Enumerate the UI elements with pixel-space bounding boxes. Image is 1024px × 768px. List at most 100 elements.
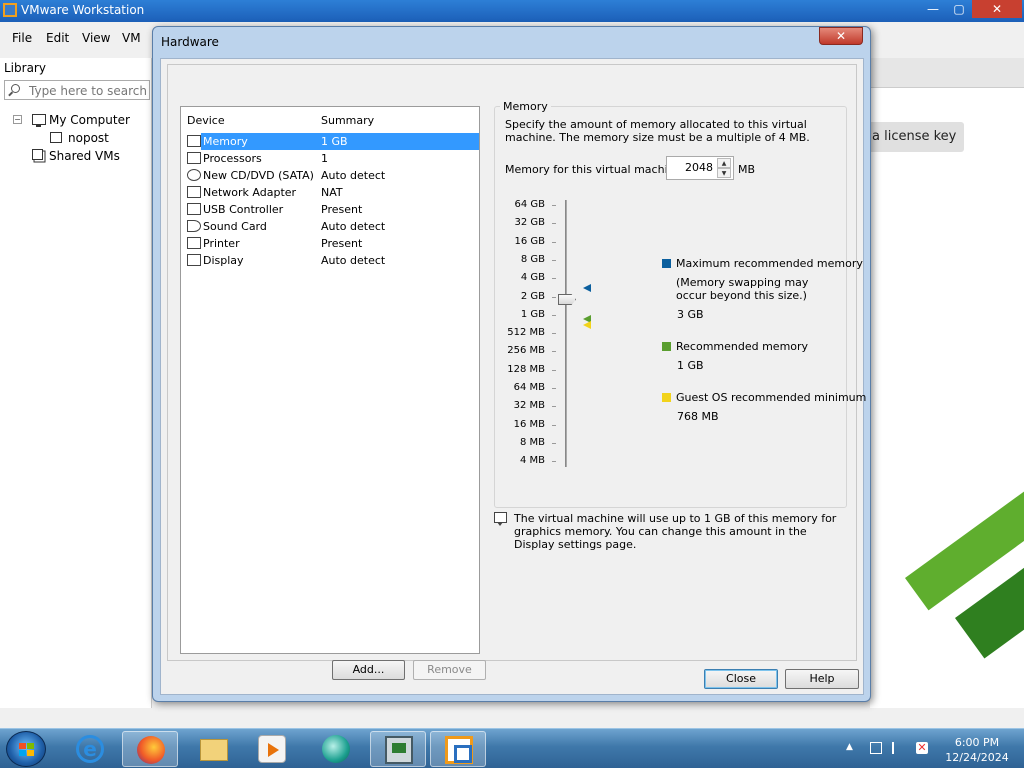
dialog-close-icon[interactable]: ✕ (819, 27, 863, 45)
device-row-processors[interactable]: Processors 1 (181, 150, 479, 167)
memory-slider-track[interactable] (565, 200, 567, 467)
network-icon[interactable] (870, 742, 882, 754)
media-player-icon (258, 735, 286, 763)
cd-dvd-icon (187, 169, 201, 181)
scale-label: 128 MB (507, 363, 545, 375)
app-titlebar[interactable]: VMware Workstation — ▢ ✕ (0, 0, 1024, 22)
device-name: Network Adapter (203, 186, 297, 199)
clock-date: 12/24/2024 (945, 751, 1009, 764)
tree-item-nopost[interactable]: nopost (68, 131, 109, 145)
scale-label: 1 GB (520, 308, 545, 320)
usb-icon (187, 203, 201, 215)
minimize-button[interactable]: — (920, 0, 946, 18)
device-row-display[interactable]: Display Auto detect (181, 252, 479, 269)
taskbar-app-teal[interactable] (308, 731, 364, 767)
device-name: Display (203, 254, 244, 267)
scale-tick (552, 442, 556, 444)
library-search-input[interactable]: Type here to search (4, 80, 150, 100)
scale-tick (552, 369, 556, 371)
volume-muted-icon[interactable]: ✕ (916, 742, 928, 754)
max-legend-swatch (662, 259, 671, 268)
menu-view[interactable]: View (82, 31, 110, 45)
menu-file[interactable]: File (12, 31, 32, 45)
scale-tick (552, 278, 556, 280)
decrement-icon[interactable]: ▼ (717, 168, 731, 178)
scale-label: 8 MB (519, 436, 545, 448)
clock-time: 6:00 PM (954, 736, 1000, 749)
tree-item-my-computer[interactable]: My Computer (49, 113, 130, 127)
add-button[interactable]: Add... (332, 660, 405, 680)
scale-tick (552, 259, 556, 261)
device-summary: Present (321, 237, 363, 250)
device-summary: Auto detect (321, 220, 386, 233)
memory-description: Specify the amount of memory allocated t… (505, 118, 810, 144)
device-row-cd-dvd[interactable]: New CD/DVD (SATA) Auto detect (181, 167, 479, 184)
taskbar-file-explorer[interactable] (186, 731, 242, 767)
device-row-printer[interactable]: Printer Present (181, 235, 479, 252)
vmware-icon (445, 736, 473, 764)
computer-icon (32, 114, 46, 127)
home-tab-area: a license key (860, 58, 1024, 708)
taskbar-vmware[interactable] (430, 731, 486, 767)
scale-tick (552, 314, 556, 316)
scale-tick (552, 388, 556, 389)
menu-vm[interactable]: VM (122, 31, 141, 45)
media-center-icon (322, 735, 350, 763)
scale-label: 16 GB (514, 235, 545, 247)
clock[interactable]: 6:00 PM 12/24/2024 (940, 735, 1014, 765)
max-recommended-marker (583, 284, 591, 292)
vmware-logo-icon (3, 3, 17, 17)
maximize-button[interactable]: ▢ (946, 0, 972, 18)
device-summary: NAT (321, 186, 343, 199)
max-legend-value: 3 GB (677, 308, 704, 321)
menu-edit[interactable]: Edit (46, 31, 69, 45)
tree-item-shared-vms[interactable]: Shared VMs (49, 149, 120, 163)
scale-tick (552, 406, 556, 408)
network-adapter-icon (187, 186, 201, 198)
scale-label: 16 MB (513, 418, 545, 430)
device-summary: Present (321, 203, 363, 216)
device-row-usb-controller[interactable]: USB Controller Present (181, 201, 479, 218)
memory-stepper[interactable]: 2048 ▲ ▼ (666, 156, 734, 180)
column-summary[interactable]: Summary (321, 114, 374, 127)
hardware-dialog: Hardware ✕ Device Summary Memory 1 GB Pr… (152, 26, 871, 702)
column-device[interactable]: Device (187, 114, 225, 127)
action-center-flag-icon[interactable] (892, 742, 904, 754)
start-button[interactable] (6, 731, 46, 767)
monitor-app-icon (385, 736, 413, 764)
scale-label: 8 GB (520, 253, 545, 265)
remove-button[interactable]: Remove (413, 660, 486, 680)
scale-tick (552, 223, 556, 225)
vm-icon (50, 132, 62, 143)
close-button[interactable]: Close (704, 669, 778, 689)
enter-license-key-button[interactable]: a license key (860, 122, 964, 152)
device-row-network-adapter[interactable]: Network Adapter NAT (181, 184, 479, 201)
device-list[interactable]: Device Summary Memory 1 GB Processors 1 … (180, 106, 480, 654)
device-name: Processors (203, 152, 262, 165)
taskbar-firefox[interactable] (122, 731, 178, 767)
window-close-button[interactable]: ✕ (972, 0, 1022, 18)
device-summary: 1 GB (321, 135, 348, 148)
scale-tick (552, 333, 556, 335)
memory-value[interactable]: 2048 (685, 161, 713, 174)
minimum-legend-swatch (662, 393, 671, 402)
memory-field-label: Memory for this virtual machine: (505, 163, 686, 176)
max-legend-note: occur beyond this size.) (676, 289, 807, 302)
increment-icon[interactable]: ▲ (717, 158, 731, 168)
collapse-toggle-icon[interactable]: − (13, 115, 22, 124)
show-hidden-icons-icon[interactable]: ▲ (846, 742, 858, 754)
taskbar-internet-explorer[interactable]: e (62, 731, 118, 767)
device-summary: Auto detect (321, 254, 386, 267)
scale-label: 256 MB (507, 345, 545, 357)
memory-slider-thumb[interactable] (558, 294, 576, 305)
scale-label: 64 GB (514, 199, 545, 210)
taskbar-monitor-app[interactable] (370, 731, 426, 767)
taskbar-media-player[interactable] (244, 731, 300, 767)
memory-unit: MB (738, 163, 756, 176)
device-row-memory[interactable]: Memory 1 GB (181, 133, 479, 150)
scale-label: 64 MB (513, 382, 545, 393)
printer-icon (187, 237, 201, 249)
help-button[interactable]: Help (785, 669, 859, 689)
device-row-sound-card[interactable]: Sound Card Auto detect (181, 218, 479, 235)
memory-group: Memory Specify the amount of memory allo… (494, 100, 866, 508)
